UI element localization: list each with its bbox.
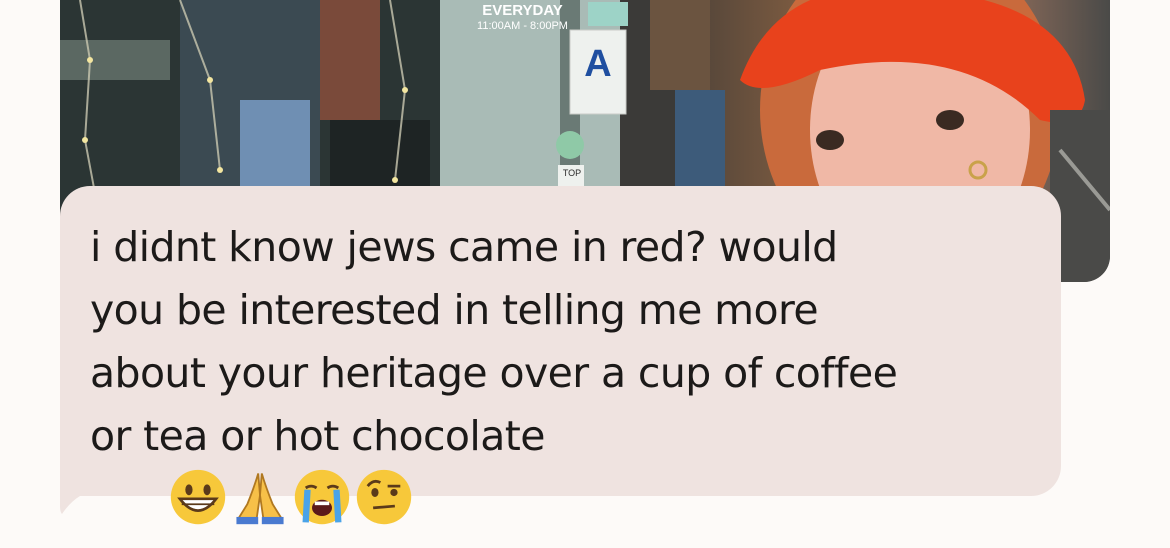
sticker-text: TOP — [562, 168, 582, 178]
sign-hours-text: 11:00AM - 8:00PM — [477, 20, 568, 32]
emoji-group — [90, 469, 413, 526]
message-bubble[interactable]: i didnt know jews came in red? would you… — [60, 186, 1061, 525]
face-with-raised-eyebrow-emoji-icon — [356, 469, 411, 525]
message-text: i didnt know jews came in red? would you… — [90, 216, 1031, 534]
chat-screen: EVERYDAY 11:00AM - 8:00PM A TOP i didnt … — [0, 0, 1170, 548]
message-body: i didnt know jews came in red? would you… — [90, 223, 898, 460]
bubble-tail — [60, 470, 90, 514]
folded-hands-emoji-icon — [236, 473, 284, 525]
sign-top-text: EVERYDAY — [482, 2, 563, 19]
store-hours-sign: EVERYDAY 11:00AM - 8:00PM — [465, 2, 580, 33]
grade-letter: A — [584, 43, 612, 85]
grinning-face-emoji-icon — [170, 469, 225, 525]
loudly-crying-face-emoji-icon — [294, 469, 349, 525]
